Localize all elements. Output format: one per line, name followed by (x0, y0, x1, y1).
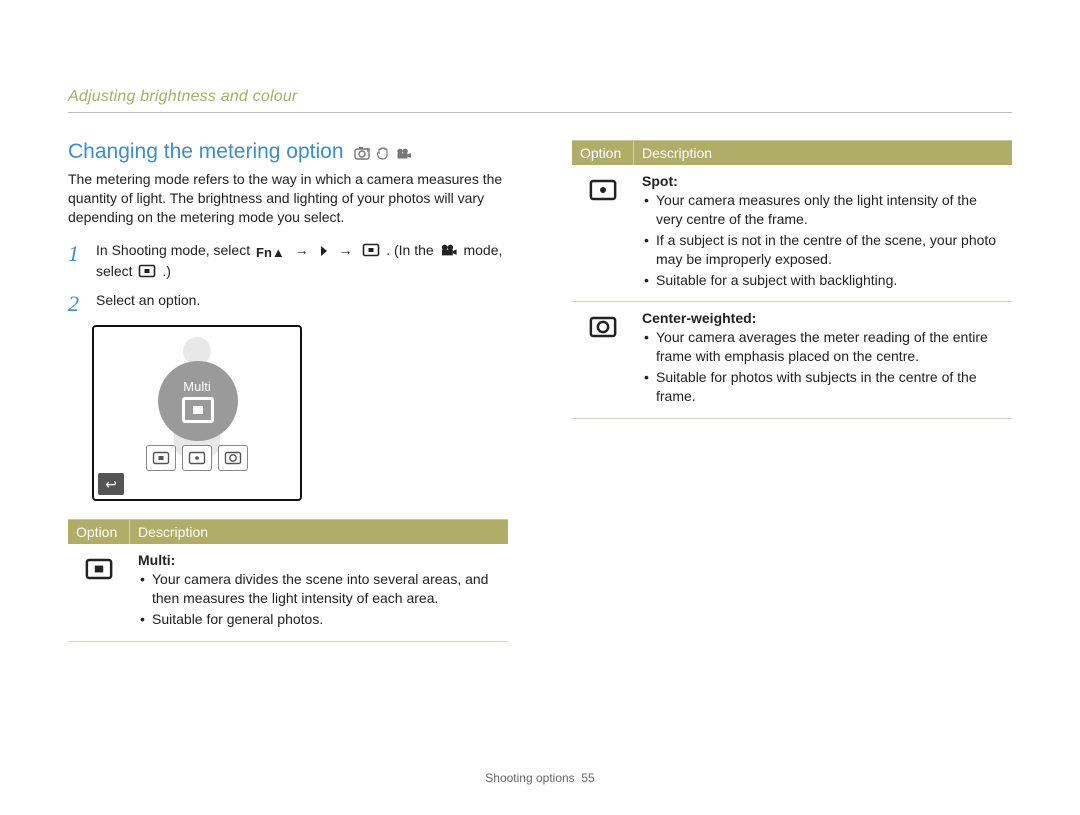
arrow-icon: → (334, 242, 356, 258)
table-row: Spot Your camera measures only the light… (572, 165, 1012, 302)
option-bullet: Suitable for a subject with backlighting… (642, 271, 1004, 290)
option-bullet: Suitable for photos with subjects in the… (642, 368, 1004, 406)
metering-center-icon (572, 302, 634, 418)
lcd-option-multi (146, 445, 176, 471)
option-bullet: Your camera measures only the light inte… (642, 191, 1004, 229)
lcd-selected-option (158, 361, 238, 441)
step-number: 1 (68, 241, 86, 282)
table-header-option: Option (572, 141, 634, 165)
option-bullet: Your camera divides the scene into sever… (138, 570, 500, 608)
step-text: Select an option. (96, 291, 200, 315)
step-text: . (In the (386, 242, 437, 258)
metering-multi-icon (138, 264, 156, 278)
metering-multi-icon (182, 397, 214, 423)
metering-spot-icon (572, 165, 634, 301)
step-text: In Shooting mode, select (96, 242, 254, 258)
intro-text: The metering mode refers to the way in w… (68, 170, 508, 227)
hand-icon (376, 145, 390, 160)
chevron-right-icon (319, 245, 329, 257)
option-bullet: If a subject is not in the centre of the… (642, 231, 1004, 269)
step-2: 2 Select an option. (68, 291, 508, 315)
lcd-option-center (218, 445, 248, 471)
breadcrumb: Adjusting brightness and colour (68, 88, 1012, 113)
fn-up-icon: Fn▲ (256, 244, 285, 262)
table-header: Option Description (572, 141, 1012, 165)
lcd-label: Multi (94, 379, 300, 394)
metering-multi-icon (68, 544, 130, 641)
page-footer: Shooting options 55 (0, 771, 1080, 785)
svg-text:P: P (366, 148, 370, 154)
table-row: Multi Your camera divides the scene into… (68, 544, 508, 642)
table-header-description: Description (130, 520, 508, 544)
table-row: Center-weighted Your camera averages the… (572, 302, 1012, 419)
option-title: Center-weighted (642, 310, 1004, 326)
options-table-right: Option Description Spot Your camera meas… (572, 140, 1012, 419)
steps-list: 1 In Shooting mode, select Fn▲ → → . (In… (68, 241, 508, 316)
option-title: Spot (642, 173, 1004, 189)
table-header-description: Description (634, 141, 1012, 165)
option-bullet: Suitable for general photos. (138, 610, 500, 629)
footer-page: 55 (581, 771, 594, 785)
step-text: .) (162, 263, 171, 279)
metering-multi-icon (362, 243, 380, 257)
table-header-option: Option (68, 520, 130, 544)
options-table-left: Option Description Multi Your camera div… (68, 519, 508, 642)
lcd-illustration: Multi ↩ (92, 325, 302, 501)
arrow-icon: → (291, 242, 313, 258)
option-bullet: Your camera averages the meter reading o… (642, 328, 1004, 366)
back-icon: ↩ (98, 473, 124, 495)
table-header: Option Description (68, 520, 508, 544)
camera-p-icon: P (354, 145, 370, 160)
option-title: Multi (138, 552, 500, 568)
section-heading: Changing the metering option P (68, 140, 508, 164)
video-icon (440, 244, 458, 257)
footer-section: Shooting options (485, 771, 574, 785)
lcd-option-spot (182, 445, 212, 471)
section-heading-text: Changing the metering option (68, 140, 344, 164)
video-icon (396, 145, 412, 160)
heading-mode-icons: P (354, 145, 412, 160)
step-number: 2 (68, 291, 86, 315)
step-1: 1 In Shooting mode, select Fn▲ → → . (In… (68, 241, 508, 282)
